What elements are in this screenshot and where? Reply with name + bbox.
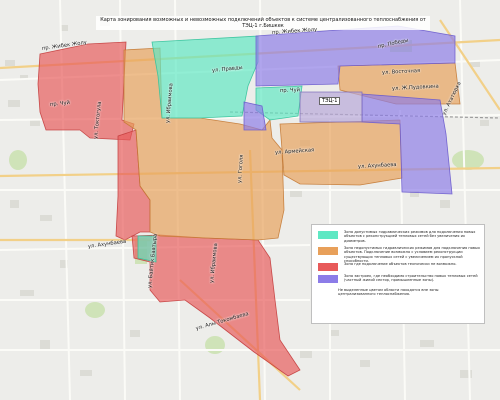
map-legend: Зона допустимых гидравлических режимов д…: [311, 224, 485, 324]
legend-swatch-teal: [318, 231, 338, 239]
zoning-map[interactable]: Карта зонирования возможных и невозможны…: [0, 0, 500, 400]
zone-red-north-west[interactable]: [37, 41, 135, 141]
street-label: пр. Чуй: [279, 87, 301, 94]
legend-text-red: Зона где подключение объектов технически…: [344, 262, 457, 266]
legend-swatch-orange: [318, 247, 338, 255]
legend-text-purple: Зона застроек, где необходимо строительс…: [344, 274, 478, 283]
plant-label: ТЭЦ-1: [319, 97, 341, 105]
legend-text-teal: Зона допустимых гидравлических режимов д…: [344, 230, 476, 243]
map-title: Карта зонирования возможных и невозможны…: [96, 16, 430, 30]
basemap: [0, 0, 500, 400]
legend-text-orange: Зона недопустимых гидравлических режимов…: [344, 246, 480, 264]
legend-swatch-purple: [318, 275, 338, 283]
legend-note: Не выделенные цветом области находятся в…: [338, 288, 439, 297]
legend-swatch-red: [318, 263, 338, 271]
